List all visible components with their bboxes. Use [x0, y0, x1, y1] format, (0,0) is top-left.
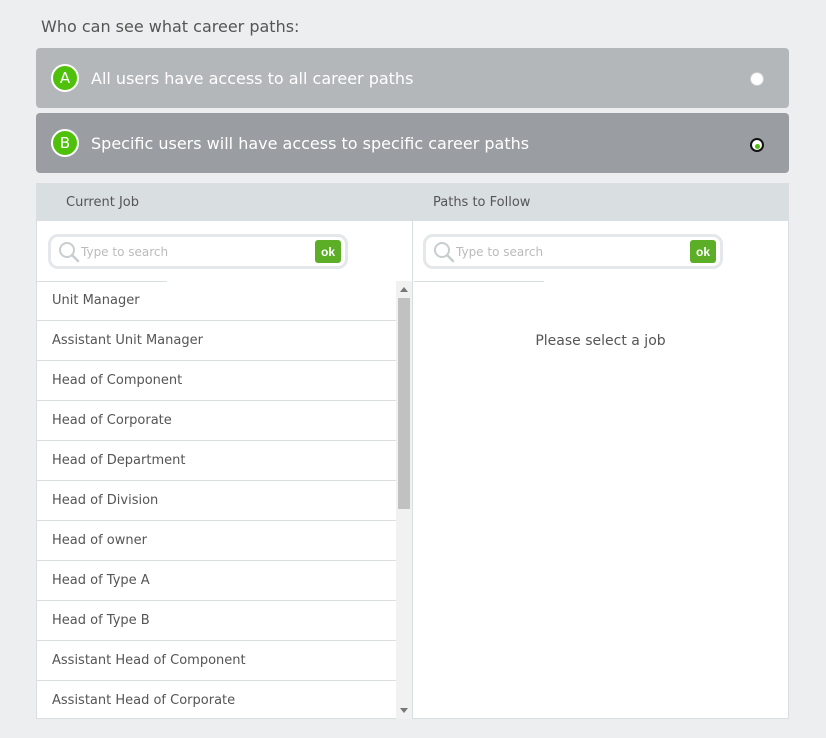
paths-search-input[interactable] — [456, 242, 686, 262]
option-a-label: All users have access to all career path… — [91, 69, 413, 88]
job-list-scrollbar[interactable] — [396, 281, 412, 719]
job-list-item[interactable]: Assistant Unit Manager — [37, 321, 396, 361]
select-job-message: Please select a job — [413, 333, 788, 349]
job-list-item[interactable]: Unit Manager — [37, 281, 396, 321]
option-all-users[interactable]: A All users have access to all career pa… — [36, 48, 789, 108]
panel-header: Current Job Paths to Follow — [37, 184, 788, 221]
current-job-ok-button[interactable]: ok — [315, 240, 341, 263]
column-divider — [412, 221, 413, 719]
current-job-search: ok — [48, 234, 348, 269]
job-list-item[interactable]: Head of Division — [37, 481, 396, 521]
option-a-radio[interactable] — [750, 72, 764, 86]
career-paths-panel: Current Job Paths to Follow ok ok Unit M… — [36, 183, 789, 719]
job-list-item[interactable]: Assistant Head of Corporate — [37, 681, 396, 719]
search-icon — [432, 240, 456, 264]
option-a-badge: A — [51, 64, 79, 92]
scroll-down-arrow-icon[interactable] — [400, 708, 408, 713]
job-list-item[interactable]: Head of Type A — [37, 561, 396, 601]
job-list-item[interactable]: Assistant Head of Component — [37, 641, 396, 681]
paths-to-follow-title: Paths to Follow — [433, 195, 530, 210]
paths-ok-button[interactable]: ok — [690, 240, 716, 263]
option-b-label: Specific users will have access to speci… — [91, 134, 529, 153]
current-job-title: Current Job — [66, 195, 139, 210]
option-b-badge: B — [51, 129, 79, 157]
scroll-up-arrow-icon[interactable] — [400, 287, 408, 292]
scroll-thumb[interactable] — [398, 298, 410, 509]
current-job-search-input[interactable] — [81, 242, 311, 262]
job-list-item[interactable]: Head of owner — [37, 521, 396, 561]
job-list-item[interactable]: Head of Corporate — [37, 401, 396, 441]
paths-search: ok — [423, 234, 723, 269]
page-heading: Who can see what career paths: — [41, 17, 299, 36]
search-underline — [414, 281, 544, 282]
job-list-item[interactable]: Head of Type B — [37, 601, 396, 641]
job-list-item[interactable]: Head of Component — [37, 361, 396, 401]
search-icon — [57, 240, 81, 264]
job-list-item[interactable]: Head of Department — [37, 441, 396, 481]
option-specific-users[interactable]: B Specific users will have access to spe… — [36, 113, 789, 173]
job-list: Unit Manager Assistant Unit Manager Head… — [37, 281, 396, 719]
option-b-radio[interactable] — [750, 138, 764, 152]
